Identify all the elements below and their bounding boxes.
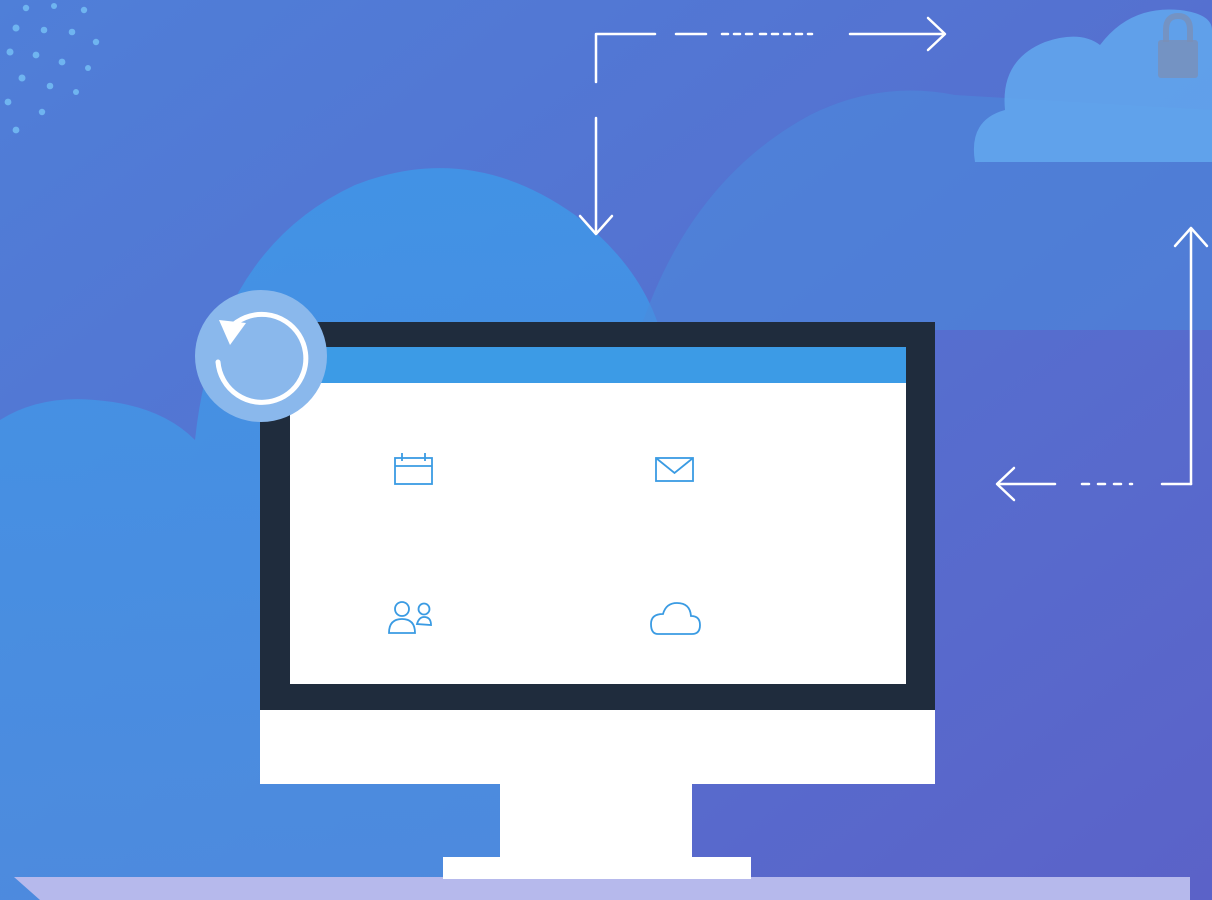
screen-header	[290, 347, 906, 383]
screen-content	[290, 383, 906, 684]
monitor-chin	[260, 708, 935, 784]
illustration-canvas	[0, 0, 1212, 900]
monitor-stand-neck	[500, 782, 692, 860]
desk	[14, 877, 1190, 900]
monitor-stand-base	[443, 857, 751, 879]
restore-icon[interactable]	[195, 290, 327, 422]
backup-illustration	[0, 0, 1212, 900]
